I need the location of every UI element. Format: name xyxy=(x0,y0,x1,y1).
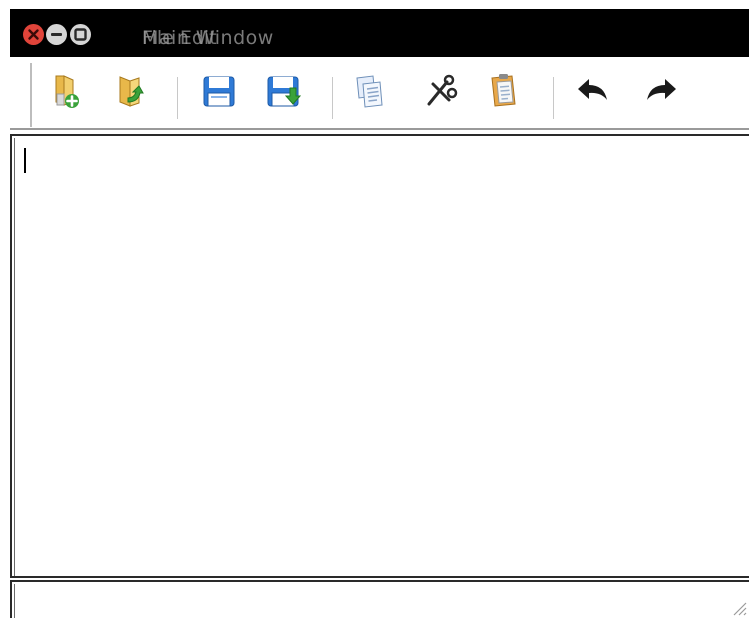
undo-icon xyxy=(578,79,607,100)
save-icon xyxy=(203,76,235,107)
status-bar xyxy=(10,580,749,618)
new-file-button[interactable] xyxy=(46,71,86,111)
window-close-button[interactable] xyxy=(23,24,44,45)
minimize-icon xyxy=(51,33,62,36)
statusbar-inner-border xyxy=(14,584,15,618)
text-editor-area[interactable] xyxy=(15,138,749,576)
save-as-button[interactable] xyxy=(263,71,303,111)
toolbar-handle xyxy=(30,63,32,127)
close-icon xyxy=(28,29,39,40)
undo-button[interactable] xyxy=(573,71,613,111)
copy-icon xyxy=(356,75,383,108)
toolbar-divider xyxy=(10,128,749,130)
cut-icon xyxy=(427,74,458,106)
cut-button[interactable] xyxy=(420,71,460,111)
text-caret xyxy=(24,148,26,173)
paste-icon xyxy=(491,74,516,107)
toolbar-separator xyxy=(332,77,333,119)
toolbar-separator xyxy=(553,77,554,119)
open-file-button[interactable] xyxy=(111,71,151,111)
copy-button[interactable] xyxy=(350,71,390,111)
toolbar-separator xyxy=(177,77,178,119)
redo-button[interactable] xyxy=(641,71,681,111)
window-title: Main Window File Edit xyxy=(142,27,442,49)
menu-overlay-text: File Edit xyxy=(142,27,217,49)
save-as-icon xyxy=(267,76,302,107)
window-minimize-button[interactable] xyxy=(46,24,67,45)
maximize-icon xyxy=(74,28,87,41)
title-bar: Main Window File Edit xyxy=(10,9,749,57)
save-button[interactable] xyxy=(199,71,239,111)
text-editor xyxy=(10,134,749,578)
open-folder-icon xyxy=(119,76,144,107)
paste-button[interactable] xyxy=(484,71,524,111)
redo-icon xyxy=(647,79,676,100)
toolbar xyxy=(10,57,749,130)
window-maximize-button[interactable] xyxy=(70,24,91,45)
resize-grip-icon[interactable] xyxy=(729,598,747,616)
new-file-icon xyxy=(55,75,79,108)
